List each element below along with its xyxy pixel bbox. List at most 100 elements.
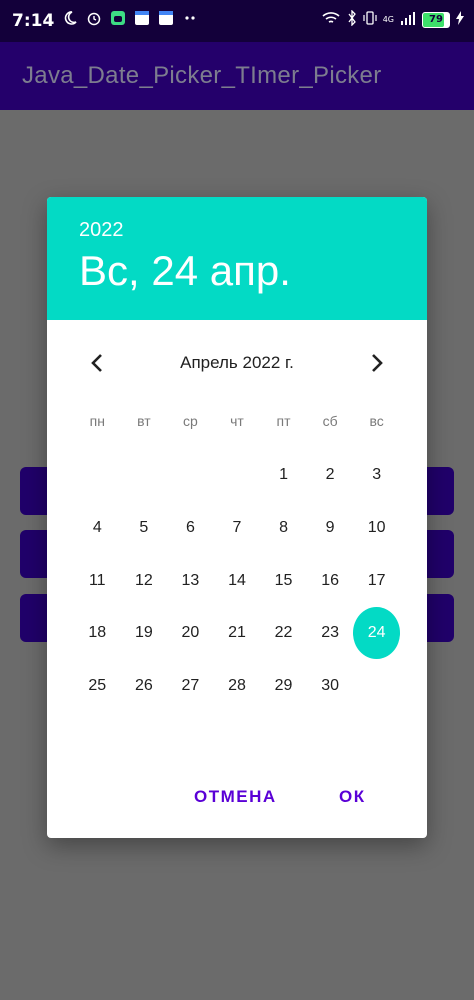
network-label: 4G	[382, 15, 394, 24]
calendar-week: 4 5 6 7 8 9 10	[74, 502, 400, 555]
day-number: 18	[88, 624, 107, 642]
day-cell[interactable]: 11	[74, 554, 121, 607]
empty-day-cell	[121, 449, 168, 502]
day-number: 23	[321, 624, 339, 642]
calendar-week: 18 19 20 21 22 23 24	[74, 607, 400, 660]
day-number: 26	[134, 677, 153, 695]
calendar-grid: 1 2 3 4 5 6 7 8 9 10 11 12 13 14 15 16 17 18 19 20 21 22 23 24 2…	[74, 449, 400, 712]
day-number: 2	[325, 466, 335, 484]
bluetooth-icon	[347, 9, 357, 29]
day-cell[interactable]: 6	[167, 502, 214, 555]
day-number: 1	[279, 466, 288, 484]
ok-button[interactable]: ОК	[339, 787, 366, 807]
cancel-button[interactable]: ОТМЕНА	[194, 787, 277, 807]
header-year[interactable]: 2022	[79, 219, 124, 242]
vibrate-icon	[363, 10, 377, 29]
day-number: 5	[139, 519, 149, 537]
system-icons: 4G 79	[321, 9, 464, 29]
day-number: 14	[228, 571, 246, 589]
day-cell[interactable]: 14	[214, 554, 261, 607]
day-cell[interactable]: 3	[353, 449, 400, 502]
weekday-label: ср	[183, 413, 198, 429]
day-cell[interactable]: 1	[260, 449, 307, 502]
day-cell[interactable]: 13	[167, 554, 214, 607]
selected-day-cell[interactable]: 24	[353, 607, 400, 660]
day-number: 11	[88, 571, 106, 589]
day-number: 19	[134, 624, 153, 642]
weekday-label: пт	[276, 413, 291, 429]
wifi-icon	[321, 10, 341, 29]
day-cell[interactable]: 16	[307, 554, 354, 607]
empty-day-cell	[74, 449, 121, 502]
day-number: 27	[181, 677, 200, 695]
chevron-right-icon[interactable]	[363, 349, 391, 377]
day-cell[interactable]: 27	[167, 660, 214, 713]
calendar-week: 11 12 13 14 15 16 17	[74, 554, 400, 607]
status-time: 7:14	[12, 11, 55, 31]
app-title: Java_Date_Picker_TImer_Picker	[22, 62, 382, 89]
day-cell[interactable]: 30	[307, 660, 354, 713]
notification-icons	[62, 10, 198, 26]
day-number: 13	[181, 571, 200, 589]
day-number: 8	[279, 519, 288, 537]
day-cell[interactable]: 12	[121, 554, 168, 607]
day-number: 25	[88, 677, 107, 695]
dialog-header: 2022 Вс, 24 апр.	[47, 197, 427, 320]
day-cell[interactable]: 22	[260, 607, 307, 660]
battery-icon: 79	[422, 11, 450, 28]
day-cell[interactable]: 20	[167, 607, 214, 660]
day-number: 7	[232, 519, 242, 537]
day-cell[interactable]: 21	[214, 607, 261, 660]
dialog-actions: ОТМЕНА ОК	[47, 787, 427, 817]
weekday-label: чт	[230, 413, 244, 429]
battery-level: 79	[429, 13, 443, 25]
day-cell[interactable]: 17	[353, 554, 400, 607]
more-notifications-icon	[182, 10, 198, 26]
header-selected-date[interactable]: Вс, 24 апр.	[79, 247, 291, 295]
day-number: 22	[274, 624, 293, 642]
empty-day-cell	[167, 449, 214, 502]
empty-day-cell	[353, 660, 400, 713]
day-cell[interactable]: 8	[260, 502, 307, 555]
day-cell[interactable]: 10	[353, 502, 400, 555]
day-number: 9	[325, 519, 335, 537]
day-number: 12	[134, 571, 153, 589]
day-number: 20	[181, 624, 200, 642]
day-cell[interactable]: 2	[307, 449, 354, 502]
day-cell[interactable]: 18	[74, 607, 121, 660]
day-cell[interactable]: 26	[121, 660, 168, 713]
calendar-app-icon	[134, 10, 150, 26]
day-cell[interactable]: 7	[214, 502, 261, 555]
weekday-label: пн	[89, 413, 105, 429]
day-cell[interactable]: 9	[307, 502, 354, 555]
day-cell[interactable]: 23	[307, 607, 354, 660]
moon-icon	[62, 10, 78, 26]
weekday-label: вс	[369, 413, 384, 429]
charging-icon	[456, 11, 464, 28]
weekday-header: пн вт ср чт пт сб вс	[74, 413, 400, 429]
weekday-label: сб	[322, 413, 338, 429]
day-cell[interactable]: 15	[260, 554, 307, 607]
day-cell[interactable]: 19	[121, 607, 168, 660]
day-number: 4	[92, 519, 102, 537]
day-number: 30	[321, 677, 339, 695]
empty-day-cell	[214, 449, 261, 502]
day-number: 17	[367, 571, 386, 589]
day-number: 3	[372, 466, 382, 484]
signal-icon	[400, 11, 416, 28]
day-cell[interactable]: 25	[74, 660, 121, 713]
calendar-app-icon	[158, 10, 174, 26]
day-number: 10	[367, 519, 386, 537]
day-cell[interactable]: 5	[121, 502, 168, 555]
day-number: 21	[228, 624, 246, 642]
day-cell[interactable]: 29	[260, 660, 307, 713]
day-number: 24	[353, 607, 400, 660]
day-number: 6	[185, 519, 195, 537]
day-number: 15	[274, 571, 293, 589]
calendar-week: 25 26 27 28 29 30	[74, 660, 400, 713]
month-navigation: Апрель 2022 г.	[47, 345, 427, 381]
app-bar: Java_Date_Picker_TImer_Picker	[0, 42, 474, 110]
day-cell[interactable]: 4	[74, 502, 121, 555]
day-number: 29	[274, 677, 293, 695]
day-cell[interactable]: 28	[214, 660, 261, 713]
